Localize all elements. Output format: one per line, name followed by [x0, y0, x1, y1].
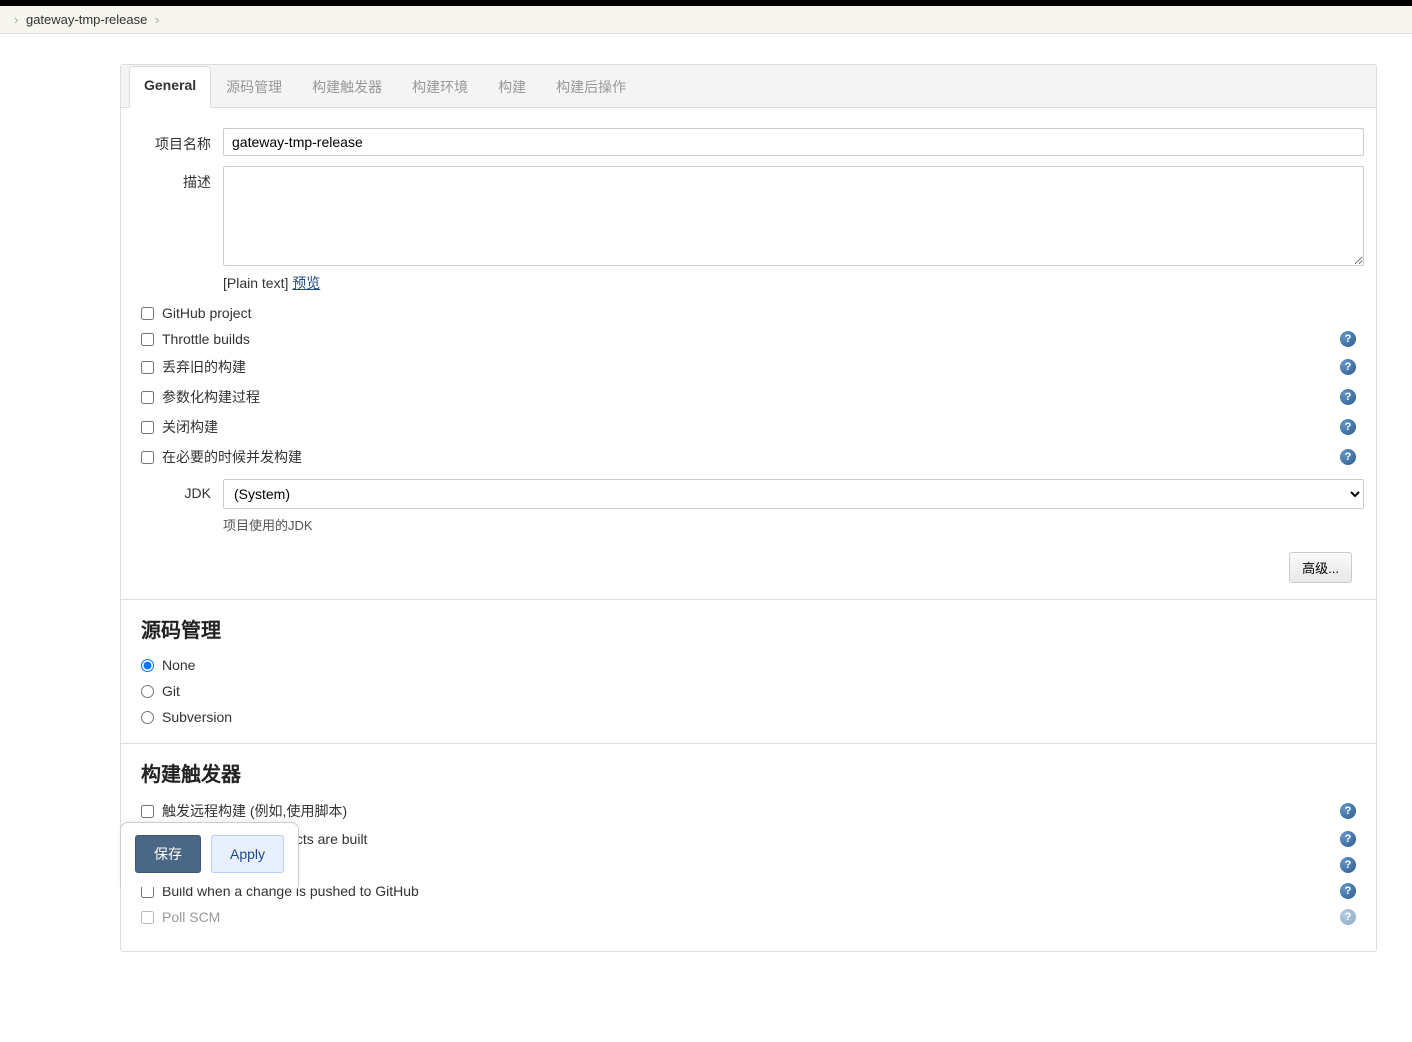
checkbox-github-project-input[interactable]	[141, 307, 154, 320]
description-label: 描述	[133, 166, 223, 192]
help-icon[interactable]: ?	[1340, 803, 1356, 819]
trigger-poll-scm-label[interactable]: Poll SCM	[162, 909, 1340, 925]
apply-button[interactable]: Apply	[211, 835, 284, 873]
trigger-after-other-label[interactable]: Build after other projects are built	[162, 831, 1340, 847]
checkbox-throttle: Throttle builds ?	[133, 327, 1364, 351]
trigger-poll-scm-input[interactable]	[141, 911, 154, 924]
checkbox-throttle-label[interactable]: Throttle builds	[162, 331, 1340, 347]
tab-post-build[interactable]: 构建后操作	[541, 66, 641, 108]
tab-triggers[interactable]: 构建触发器	[297, 66, 397, 108]
trigger-after-other: Build after other projects are built ?	[133, 827, 1364, 851]
checkbox-concurrent: 在必要的时候并发构建 ?	[133, 443, 1364, 471]
help-icon[interactable]: ?	[1340, 831, 1356, 847]
checkbox-parameterized-input[interactable]	[141, 391, 154, 404]
trigger-remote: 触发远程构建 (例如,使用脚本) ?	[133, 797, 1364, 825]
scm-none-label[interactable]: None	[162, 657, 195, 673]
description-textarea[interactable]	[223, 166, 1364, 266]
save-bar: 保存 Apply	[120, 822, 299, 887]
description-help: [Plain text] 预览	[223, 273, 1364, 293]
help-icon[interactable]: ?	[1340, 331, 1356, 347]
project-name-label: 项目名称	[133, 128, 223, 154]
checkbox-throttle-input[interactable]	[141, 333, 154, 346]
help-icon[interactable]: ?	[1340, 419, 1356, 435]
tabs-bar: General 源码管理 构建触发器 构建环境 构建 构建后操作	[121, 65, 1376, 108]
trigger-poll-scm: Poll SCM ?	[133, 905, 1364, 929]
scm-none-radio[interactable]	[141, 659, 154, 672]
checkbox-discard-old-label[interactable]: 丢弃旧的构建	[162, 357, 1340, 377]
plain-text-label: [Plain text]	[223, 275, 288, 291]
breadcrumb-sep-icon: ›	[14, 12, 18, 27]
project-name-input[interactable]	[223, 128, 1364, 156]
scm-subversion-radio[interactable]	[141, 711, 154, 724]
breadcrumb-sep-icon: ›	[155, 12, 159, 27]
preview-link[interactable]: 预览	[292, 275, 320, 291]
trigger-remote-input[interactable]	[141, 805, 154, 818]
checkbox-discard-old: 丢弃旧的构建 ?	[133, 353, 1364, 381]
jdk-row: JDK (System) 项目使用的JDK	[133, 477, 1364, 536]
tab-general[interactable]: General	[129, 66, 211, 108]
trigger-periodic-label[interactable]: Build periodically	[162, 857, 1340, 873]
breadcrumb: › gateway-tmp-release ›	[0, 6, 1412, 34]
save-button[interactable]: 保存	[135, 835, 201, 873]
checkbox-parameterized-label[interactable]: 参数化构建过程	[162, 387, 1340, 407]
help-icon[interactable]: ?	[1340, 359, 1356, 375]
advanced-button[interactable]: 高级...	[1289, 552, 1352, 583]
checkbox-disable-label[interactable]: 关闭构建	[162, 417, 1340, 437]
description-row: 描述 [Plain text] 预览	[133, 164, 1364, 295]
checkbox-github-project: GitHub project	[133, 301, 1364, 325]
config-panel: General 源码管理 构建触发器 构建环境 构建 构建后操作 项目名称 描述…	[120, 64, 1377, 952]
scm-git-radio[interactable]	[141, 685, 154, 698]
trigger-remote-label[interactable]: 触发远程构建 (例如,使用脚本)	[162, 801, 1340, 821]
checkbox-disable-input[interactable]	[141, 421, 154, 434]
checkbox-github-project-label[interactable]: GitHub project	[162, 305, 1364, 321]
trigger-github-push-label[interactable]: Build when a change is pushed to GitHub	[162, 883, 1340, 899]
triggers-header: 构建触发器	[133, 744, 1364, 797]
checkbox-parameterized: 参数化构建过程 ?	[133, 383, 1364, 411]
scm-git-label[interactable]: Git	[162, 683, 180, 699]
scm-subversion-label[interactable]: Subversion	[162, 709, 232, 725]
help-icon[interactable]: ?	[1340, 857, 1356, 873]
breadcrumb-current[interactable]: gateway-tmp-release	[26, 12, 147, 27]
trigger-github-push: Build when a change is pushed to GitHub …	[133, 879, 1364, 903]
scm-git: Git	[133, 679, 1364, 703]
checkbox-disable: 关闭构建 ?	[133, 413, 1364, 441]
scm-subversion: Subversion	[133, 705, 1364, 729]
checkbox-concurrent-input[interactable]	[141, 451, 154, 464]
config-body: 项目名称 描述 [Plain text] 预览 GitHub project T…	[121, 108, 1376, 951]
help-icon[interactable]: ?	[1340, 389, 1356, 405]
checkbox-concurrent-label[interactable]: 在必要的时候并发构建	[162, 447, 1340, 467]
tab-build-env[interactable]: 构建环境	[397, 66, 483, 108]
jdk-select[interactable]: (System)	[223, 479, 1364, 509]
project-name-row: 项目名称	[133, 126, 1364, 158]
help-icon[interactable]: ?	[1340, 883, 1356, 899]
help-icon[interactable]: ?	[1340, 449, 1356, 465]
tab-scm[interactable]: 源码管理	[211, 66, 297, 108]
advanced-row: 高级...	[133, 542, 1364, 585]
help-icon[interactable]: ?	[1340, 909, 1356, 925]
jdk-help-text: 项目使用的JDK	[223, 515, 1364, 534]
tab-build[interactable]: 构建	[483, 66, 541, 108]
jdk-label: JDK	[133, 479, 223, 501]
trigger-periodic: Build periodically ?	[133, 853, 1364, 877]
scm-none: None	[133, 653, 1364, 677]
scm-header: 源码管理	[133, 600, 1364, 653]
checkbox-discard-old-input[interactable]	[141, 361, 154, 374]
